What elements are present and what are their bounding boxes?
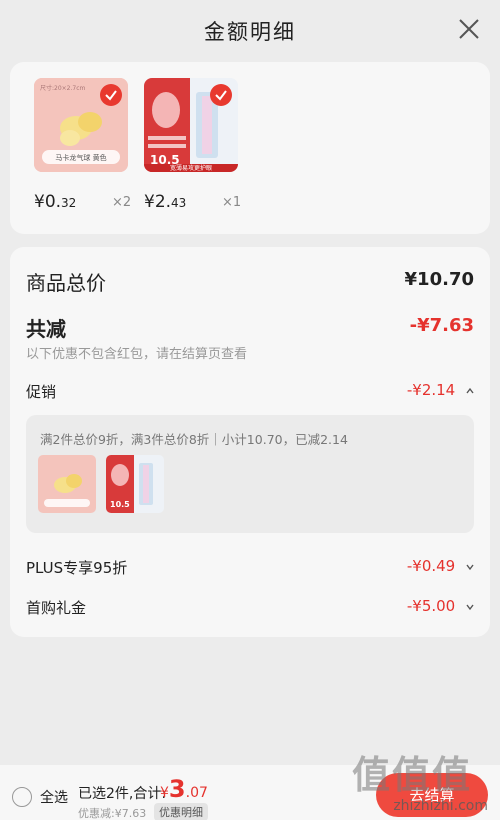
promo-detail-box: 满2件总价9折，满3件总价8折｜小计10.70，已减2.14 10.5 — [26, 415, 474, 533]
discount-note: 以下优惠不包含红包，请在结算页查看 — [26, 347, 248, 362]
chevron-up-icon — [466, 387, 474, 394]
watermark-logo: 值值值 — [352, 753, 473, 797]
product-image-caption: 宽薄易攻更护眼 — [170, 164, 212, 172]
promo-item-thumbnail: 10.5 — [106, 455, 164, 513]
product-price: ¥2.43 — [144, 192, 187, 212]
plus-discount-label: PLUS专享95折 — [26, 559, 128, 577]
plus-discount-value: -¥0.49 — [406, 557, 456, 575]
promo-item-thumbnail — [38, 455, 96, 513]
promo-description: 满2件总价9折，满3件总价8折｜小计10.70，已减2.14 — [40, 432, 348, 447]
promo-toggle[interactable]: -¥2.14 — [407, 381, 474, 399]
product-image-balloon[interactable]: 尺寸:20×2.7cm 马卡龙气球 黄色 — [34, 78, 128, 172]
product-qty: ×2 — [112, 195, 132, 210]
discount-value: -¥7.63 — [409, 315, 474, 336]
goods-total-label: 商品总价 — [26, 271, 106, 295]
checked-icon[interactable] — [100, 84, 122, 106]
select-all-label[interactable]: 全选 — [40, 787, 68, 807]
first-purchase-gift-toggle[interactable]: -¥5.00 — [407, 597, 474, 615]
product-price: ¥0.32 — [34, 192, 77, 212]
checked-icon[interactable] — [210, 84, 232, 106]
watermark: 值值值 zhizhizhi.com — [352, 744, 492, 816]
product-image-screen-protector[interactable]: 10.5 宽薄易攻更护眼 — [144, 78, 238, 172]
svg-text:尺寸:20×2.7cm: 尺寸:20×2.7cm — [40, 84, 86, 92]
chevron-down-icon — [466, 564, 474, 571]
close-icon[interactable] — [456, 16, 482, 42]
discount-label: 共减 — [26, 317, 66, 341]
product-image-caption: 马卡龙气球 黄色 — [55, 153, 106, 162]
promo-label: 促销 — [26, 383, 57, 401]
page-title: 金额明细 — [204, 20, 296, 44]
selected-products-card: 尺寸:20×2.7cm 马卡龙气球 黄色 10.5 宽薄易攻更护眼 ¥0.32 … — [10, 62, 490, 234]
discount-detail-button[interactable]: 优惠明细 — [154, 803, 208, 820]
amount-detail-card: 商品总价 ¥10.70 共减 -¥7.63 以下优惠不包含红包，请在结算页查看 … — [10, 247, 490, 637]
total-amount: ¥3.07 — [160, 775, 208, 803]
selected-summary: 已选2件,合计: — [78, 786, 167, 802]
saved-amount: 优惠减:¥7.63 — [78, 807, 147, 820]
product-qty: ×1 — [222, 195, 242, 210]
watermark-site: zhizhizhi.com — [393, 798, 488, 814]
select-all-radio[interactable] — [12, 787, 32, 807]
header: 金额明细 — [0, 0, 500, 60]
goods-total-value: ¥10.70 — [404, 269, 474, 290]
chevron-down-icon — [466, 604, 474, 611]
first-purchase-gift-label: 首购礼金 — [26, 599, 87, 617]
svg-text:10.5: 10.5 — [110, 500, 130, 509]
promo-value: -¥2.14 — [406, 381, 456, 399]
plus-discount-toggle[interactable]: -¥0.49 — [407, 557, 474, 575]
first-purchase-gift-value: -¥5.00 — [406, 597, 456, 615]
